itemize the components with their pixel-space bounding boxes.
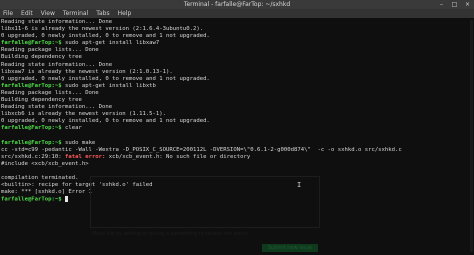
terminal-line: libxcb6 is already the newest version (1… bbox=[1, 111, 167, 118]
window-controls: – □ × bbox=[438, 0, 471, 9]
shell-prompt: farfalle@FarTop:~$ bbox=[1, 125, 62, 132]
terminal-line: 0 upgraded, 0 newly installed, 0 to remo… bbox=[1, 33, 210, 40]
terminal-line: Reading state information... Done bbox=[1, 104, 113, 111]
error-label: fatal error: bbox=[65, 153, 106, 160]
menu-tabs[interactable]: Tabs bbox=[96, 9, 109, 18]
title-bar[interactable]: Terminal - farfalle@FarTop: ~/sxhkd – □ … bbox=[0, 0, 474, 9]
terminal-window: Terminal - farfalle@FarTop: ~/sxhkd – □ … bbox=[0, 0, 474, 255]
terminal-line: Reading state information... Done bbox=[1, 61, 113, 68]
output-text: src/sxhkd.c:29:10: bbox=[1, 153, 65, 160]
text-cursor bbox=[65, 196, 68, 203]
shell-command: sudo apt-get install libxaw7 bbox=[61, 40, 160, 47]
output-text: xcb/xcb_event.h: No such file or directo… bbox=[105, 153, 251, 160]
terminal-line: libx11-6 is already the newest version (… bbox=[1, 26, 204, 33]
background-submit-button: Submit new issue bbox=[262, 244, 318, 252]
terminal-line: farfalle@FarTop:~$ sudo make bbox=[1, 140, 473, 147]
terminal-line: farfalle@FarTop:~$ sudo apt-get install … bbox=[1, 83, 473, 90]
terminal-line: Reading package lists... Done bbox=[1, 89, 99, 96]
background-textarea bbox=[90, 176, 320, 228]
mouse-cursor-icon: I bbox=[297, 181, 302, 189]
terminal-line: 0 upgraded, 0 newly installed, 0 to remo… bbox=[1, 118, 210, 125]
shell-command: clear bbox=[61, 125, 82, 132]
shell-prompt: farfalle@FarTop:~$ bbox=[1, 139, 62, 146]
window-title: Terminal - farfalle@FarTop: ~/sxhkd bbox=[183, 1, 291, 8]
close-icon[interactable]: × bbox=[464, 0, 471, 9]
terminal-line: farfalle@FarTop:~$ sudo apt-get install … bbox=[1, 40, 473, 47]
minimize-icon[interactable]: – bbox=[438, 0, 445, 9]
shell-prompt: farfalle@FarTop:~$ bbox=[1, 40, 62, 47]
menu-help[interactable]: Help bbox=[118, 9, 132, 18]
shell-command: sudo apt-get install libxtb bbox=[61, 82, 156, 89]
background-hint: Make life by adding or giving a somethin… bbox=[92, 231, 248, 237]
terminal-line: #include <xcb/xcb_event.h> bbox=[1, 160, 89, 167]
terminal-line: 0 upgraded, 0 newly installed, 0 to remo… bbox=[1, 75, 210, 82]
menu-file[interactable]: File bbox=[3, 9, 13, 18]
menu-view[interactable]: View bbox=[41, 9, 55, 18]
shell-prompt: farfalle@FarTop:~$ bbox=[1, 196, 62, 203]
terminal-line: Building dependency tree bbox=[1, 97, 82, 104]
terminal-line: Reading state information... Done bbox=[1, 19, 113, 25]
terminal-line: Building dependency tree bbox=[1, 54, 82, 61]
menu-terminal[interactable]: Terminal bbox=[63, 9, 88, 18]
terminal-line: libxaw7 is already the newest version (2… bbox=[1, 68, 173, 75]
maximize-icon[interactable]: □ bbox=[451, 0, 458, 9]
terminal-scrollbar[interactable] bbox=[470, 20, 473, 252]
shell-command: sudo make bbox=[61, 139, 96, 146]
terminal-line: farfalle@FarTop:~$ clear bbox=[1, 125, 473, 132]
menu-edit[interactable]: Edit bbox=[21, 9, 33, 18]
terminal-line: Reading package lists... Done bbox=[1, 47, 99, 54]
menu-bar: File Edit View Terminal Tabs Help bbox=[0, 9, 474, 18]
terminal-line: src/sxhkd.c:29:10: fatal error: xcb/xcb_… bbox=[1, 154, 473, 161]
terminal-line: cc -std=c99 -pedantic -Wall -Wextra -D_P… bbox=[1, 146, 402, 153]
shell-prompt: farfalle@FarTop:~$ bbox=[1, 82, 62, 89]
